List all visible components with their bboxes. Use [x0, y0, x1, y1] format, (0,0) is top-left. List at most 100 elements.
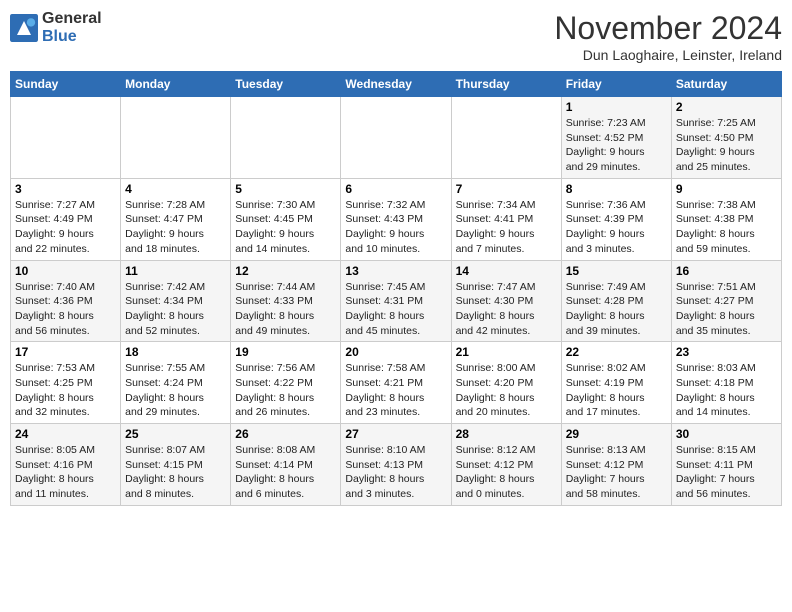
- calendar-cell: 29Sunrise: 8:13 AMSunset: 4:12 PMDayligh…: [561, 424, 671, 506]
- day-info: Sunrise: 7:47 AMSunset: 4:30 PMDaylight:…: [456, 280, 557, 339]
- day-info: Sunrise: 7:58 AMSunset: 4:21 PMDaylight:…: [345, 361, 446, 420]
- weekday-header: Tuesday: [231, 72, 341, 97]
- calendar-cell: 1Sunrise: 7:23 AMSunset: 4:52 PMDaylight…: [561, 97, 671, 179]
- day-number: 20: [345, 345, 446, 359]
- day-number: 4: [125, 182, 226, 196]
- day-info: Sunrise: 7:56 AMSunset: 4:22 PMDaylight:…: [235, 361, 336, 420]
- day-number: 10: [15, 264, 116, 278]
- calendar-cell: 11 Sunrise: 7:42 AMSunset: 4:34 PMDayligh…: [121, 260, 231, 342]
- day-info: Sunrise: 7:28 AMSunset: 4:47 PMDaylight:…: [125, 198, 226, 257]
- calendar-cell: 26 Sunrise: 8:08 AMSunset: 4:14 PMDayligh…: [231, 424, 341, 506]
- day-info: Sunrise: 8:02 AMSunset: 4:19 PMDaylight:…: [566, 361, 667, 420]
- day-info: Sunrise: 8:13 AMSunset: 4:12 PMDaylight:…: [566, 443, 667, 502]
- day-info: Sunrise: 7:27 AMSunset: 4:49 PMDaylight:…: [15, 198, 116, 257]
- calendar-cell: 21 Sunrise: 8:00 AMSunset: 4:20 PMDayligh…: [451, 342, 561, 424]
- weekday-header: Wednesday: [341, 72, 451, 97]
- day-number: 24: [15, 427, 116, 441]
- calendar-cell: 5 Sunrise: 7:30 AMSunset: 4:45 PMDaylight…: [231, 178, 341, 260]
- calendar: SundayMondayTuesdayWednesdayThursdayFrid…: [10, 71, 782, 506]
- day-number: 5: [235, 182, 336, 196]
- page-header: General Blue November 2024 Dun Laoghaire…: [10, 10, 782, 63]
- weekday-header: Sunday: [11, 72, 121, 97]
- day-info: Sunrise: 8:12 AMSunset: 4:12 PMDaylight:…: [456, 443, 557, 502]
- day-info: Sunrise: 8:00 AMSunset: 4:20 PMDaylight:…: [456, 361, 557, 420]
- weekday-header: Monday: [121, 72, 231, 97]
- weekday-header: Friday: [561, 72, 671, 97]
- weekday-header-row: SundayMondayTuesdayWednesdayThursdayFrid…: [11, 72, 782, 97]
- day-number: 14: [456, 264, 557, 278]
- day-info: Sunrise: 7:32 AMSunset: 4:43 PMDaylight:…: [345, 198, 446, 257]
- calendar-cell: 9 Sunrise: 7:38 AMSunset: 4:38 PMDaylight…: [671, 178, 781, 260]
- logo-icon: [10, 14, 38, 42]
- title-block: November 2024 Dun Laoghaire, Leinster, I…: [554, 10, 782, 63]
- day-number: 15: [566, 264, 667, 278]
- calendar-cell: 30 Sunrise: 8:15 AMSunset: 4:11 PMDayligh…: [671, 424, 781, 506]
- day-number: 7: [456, 182, 557, 196]
- day-info: Sunrise: 7:53 AMSunset: 4:25 PMDaylight:…: [15, 361, 116, 420]
- calendar-cell: 6 Sunrise: 7:32 AMSunset: 4:43 PMDaylight…: [341, 178, 451, 260]
- calendar-week-row: 17Sunrise: 7:53 AMSunset: 4:25 PMDayligh…: [11, 342, 782, 424]
- day-number: 30: [676, 427, 777, 441]
- day-info: Sunrise: 7:49 AMSunset: 4:28 PMDaylight:…: [566, 280, 667, 339]
- calendar-cell: 18 Sunrise: 7:55 AMSunset: 4:24 PMDayligh…: [121, 342, 231, 424]
- calendar-week-row: 24 Sunrise: 8:05 AMSunset: 4:16 PMDayligh…: [11, 424, 782, 506]
- calendar-cell: [451, 97, 561, 179]
- calendar-cell: 12Sunrise: 7:44 AMSunset: 4:33 PMDayligh…: [231, 260, 341, 342]
- calendar-cell: 25 Sunrise: 8:07 AMSunset: 4:15 PMDayligh…: [121, 424, 231, 506]
- weekday-header: Thursday: [451, 72, 561, 97]
- day-number: 11: [125, 264, 226, 278]
- day-number: 9: [676, 182, 777, 196]
- calendar-cell: 7 Sunrise: 7:34 AMSunset: 4:41 PMDaylight…: [451, 178, 561, 260]
- day-number: 21: [456, 345, 557, 359]
- calendar-cell: 24 Sunrise: 8:05 AMSunset: 4:16 PMDayligh…: [11, 424, 121, 506]
- calendar-cell: 22 Sunrise: 8:02 AMSunset: 4:19 PMDayligh…: [561, 342, 671, 424]
- calendar-week-row: 3Sunrise: 7:27 AMSunset: 4:49 PMDaylight…: [11, 178, 782, 260]
- day-number: 26: [235, 427, 336, 441]
- calendar-cell: 16Sunrise: 7:51 AMSunset: 4:27 PMDayligh…: [671, 260, 781, 342]
- logo: General Blue: [10, 10, 102, 46]
- calendar-cell: 23Sunrise: 8:03 AMSunset: 4:18 PMDayligh…: [671, 342, 781, 424]
- day-info: Sunrise: 8:07 AMSunset: 4:15 PMDaylight:…: [125, 443, 226, 502]
- calendar-week-row: 10Sunrise: 7:40 AMSunset: 4:36 PMDayligh…: [11, 260, 782, 342]
- calendar-cell: 27Sunrise: 8:10 AMSunset: 4:13 PMDayligh…: [341, 424, 451, 506]
- day-info: Sunrise: 7:36 AMSunset: 4:39 PMDaylight:…: [566, 198, 667, 257]
- day-info: Sunrise: 8:05 AMSunset: 4:16 PMDaylight:…: [15, 443, 116, 502]
- calendar-cell: 4 Sunrise: 7:28 AMSunset: 4:47 PMDaylight…: [121, 178, 231, 260]
- day-number: 25: [125, 427, 226, 441]
- day-info: Sunrise: 7:25 AMSunset: 4:50 PMDaylight:…: [676, 116, 777, 175]
- day-info: Sunrise: 7:34 AMSunset: 4:41 PMDaylight:…: [456, 198, 557, 257]
- location: Dun Laoghaire, Leinster, Ireland: [554, 47, 782, 63]
- calendar-week-row: 1Sunrise: 7:23 AMSunset: 4:52 PMDaylight…: [11, 97, 782, 179]
- day-info: Sunrise: 7:30 AMSunset: 4:45 PMDaylight:…: [235, 198, 336, 257]
- calendar-cell: 8Sunrise: 7:36 AMSunset: 4:39 PMDaylight…: [561, 178, 671, 260]
- day-info: Sunrise: 7:23 AMSunset: 4:52 PMDaylight:…: [566, 116, 667, 175]
- day-number: 2: [676, 100, 777, 114]
- calendar-cell: 13 Sunrise: 7:45 AMSunset: 4:31 PMDayligh…: [341, 260, 451, 342]
- calendar-cell: 2 Sunrise: 7:25 AMSunset: 4:50 PMDaylight…: [671, 97, 781, 179]
- day-info: Sunrise: 7:42 AMSunset: 4:34 PMDaylight:…: [125, 280, 226, 339]
- day-number: 19: [235, 345, 336, 359]
- day-number: 22: [566, 345, 667, 359]
- day-info: Sunrise: 7:45 AMSunset: 4:31 PMDaylight:…: [345, 280, 446, 339]
- day-number: 16: [676, 264, 777, 278]
- day-number: 27: [345, 427, 446, 441]
- day-info: Sunrise: 8:08 AMSunset: 4:14 PMDaylight:…: [235, 443, 336, 502]
- day-info: Sunrise: 7:55 AMSunset: 4:24 PMDaylight:…: [125, 361, 226, 420]
- day-number: 18: [125, 345, 226, 359]
- day-number: 12: [235, 264, 336, 278]
- logo-general: General: [42, 10, 102, 27]
- day-number: 6: [345, 182, 446, 196]
- calendar-cell: 3Sunrise: 7:27 AMSunset: 4:49 PMDaylight…: [11, 178, 121, 260]
- weekday-header: Saturday: [671, 72, 781, 97]
- day-number: 13: [345, 264, 446, 278]
- day-info: Sunrise: 8:15 AMSunset: 4:11 PMDaylight:…: [676, 443, 777, 502]
- calendar-cell: [231, 97, 341, 179]
- calendar-cell: [121, 97, 231, 179]
- calendar-cell: 14 Sunrise: 7:47 AMSunset: 4:30 PMDayligh…: [451, 260, 561, 342]
- calendar-cell: 15 Sunrise: 7:49 AMSunset: 4:28 PMDayligh…: [561, 260, 671, 342]
- calendar-cell: 20 Sunrise: 7:58 AMSunset: 4:21 PMDayligh…: [341, 342, 451, 424]
- month-year: November 2024: [554, 10, 782, 47]
- calendar-cell: 28Sunrise: 8:12 AMSunset: 4:12 PMDayligh…: [451, 424, 561, 506]
- calendar-cell: 17Sunrise: 7:53 AMSunset: 4:25 PMDayligh…: [11, 342, 121, 424]
- day-info: Sunrise: 7:38 AMSunset: 4:38 PMDaylight:…: [676, 198, 777, 257]
